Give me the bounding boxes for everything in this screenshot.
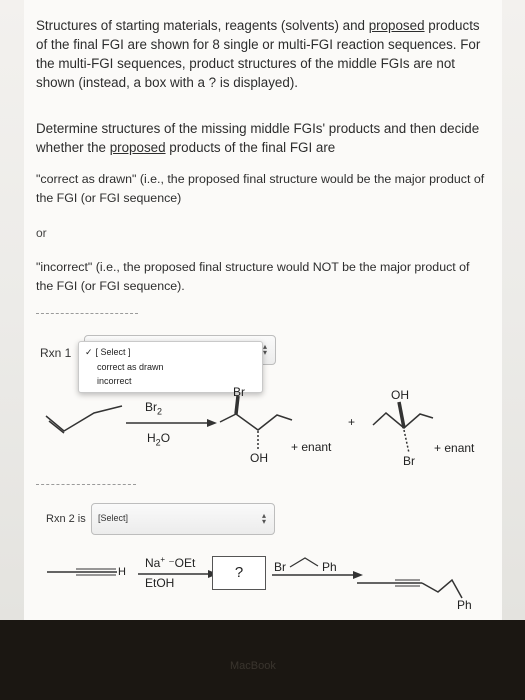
product2-enant-label: + enant	[434, 441, 475, 455]
rxn2-label: Rxn 2 is	[46, 513, 86, 525]
rxn2-select-value: [Select]	[98, 513, 129, 523]
rxn1-arrow-head	[207, 419, 217, 427]
reagent-br-symbol: Br	[145, 400, 157, 414]
product2-br-label: Br	[403, 454, 415, 468]
rxn1-alkene-double-bond	[48, 420, 65, 434]
rxn2-reagent2-ph: Ph	[322, 560, 337, 574]
laptop-brand-label: MacBook	[230, 660, 276, 672]
rxn2-arrow2-head	[353, 571, 363, 579]
rxn2-h-label: H	[118, 566, 126, 578]
product1-skeleton	[219, 413, 293, 431]
browser-viewport: Structures of starting materials, reagen…	[0, 0, 525, 620]
product2-br-hash	[403, 429, 410, 454]
reagent-h-symbol: H	[147, 431, 156, 445]
plus-sign: +	[348, 415, 356, 429]
rxn2-reagent2-skeleton	[289, 557, 319, 568]
reagent-br-subscript: 2	[157, 406, 163, 417]
reagent-o-symbol: O	[160, 431, 171, 445]
rxn1-reagent-bottom: H2O	[147, 431, 170, 447]
middle-product-question-box: ?	[212, 556, 266, 590]
product1-oh-label: OH	[250, 451, 268, 465]
rxn2-select[interactable]: [Select] ▴ ▾	[91, 503, 275, 535]
product1-enant-label: + enant	[291, 440, 332, 454]
rxn1-reagent-top: Br2	[145, 400, 162, 416]
product2-oh-label: OH	[391, 388, 409, 402]
select-arrows-icon: ▴ ▾	[261, 511, 266, 526]
rxn2-reagent1-top: Na+ ⁻OEt	[145, 555, 195, 570]
rxn2-product-ph: Ph	[457, 598, 472, 612]
reagent-oet-symbol: ⁻OEt	[165, 556, 196, 570]
product-chain	[421, 578, 463, 599]
separator-2	[36, 484, 136, 485]
rxn2-reagent2-br: Br	[274, 560, 286, 574]
rxn2-reagent1-bottom: EtOH	[145, 576, 175, 590]
reagent-na-symbol: Na	[145, 556, 161, 570]
product1-br-label: Br	[233, 385, 245, 399]
